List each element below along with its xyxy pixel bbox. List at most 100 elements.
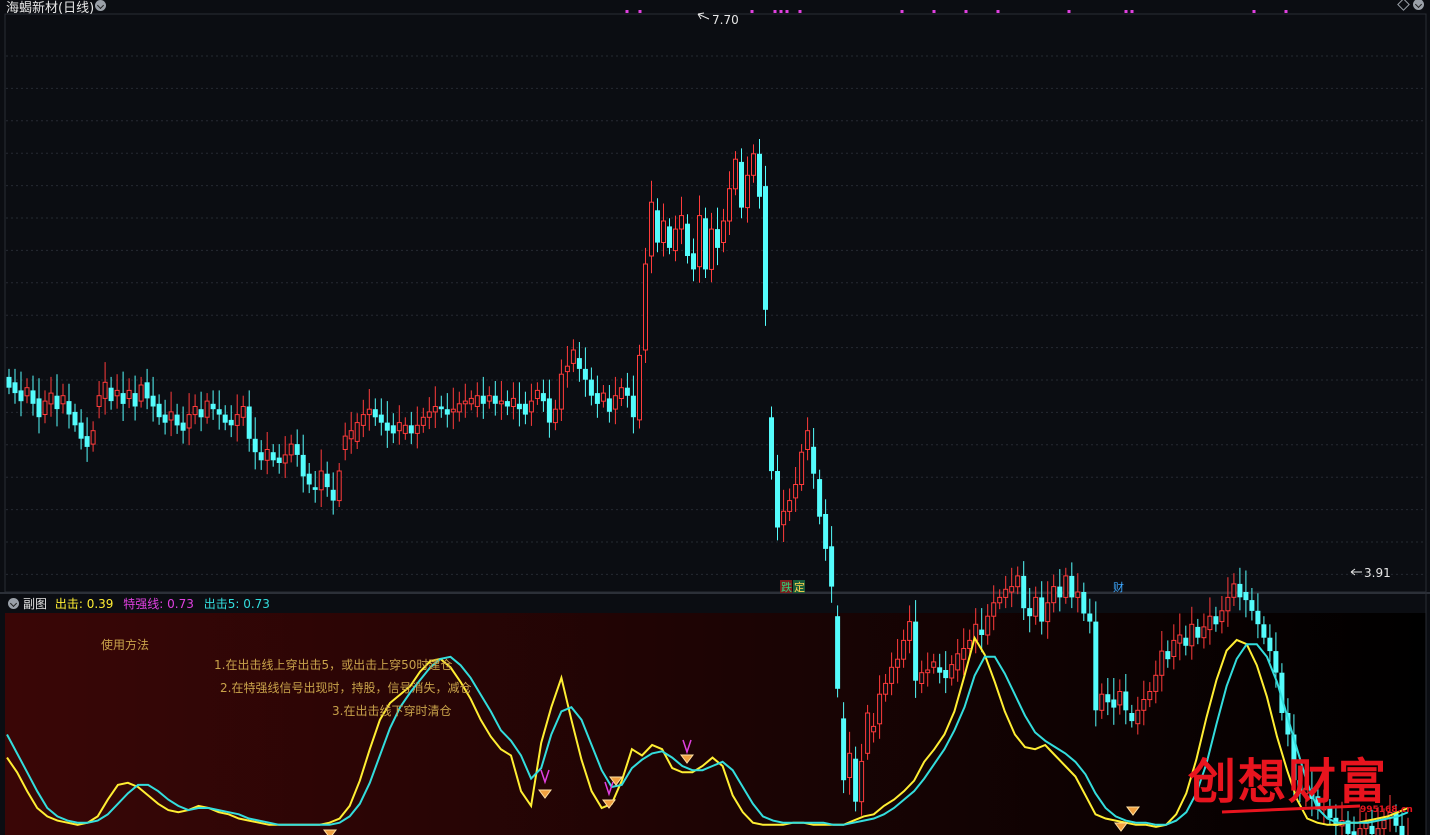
candle-body-up (528, 400, 534, 413)
candle-body-down (715, 229, 720, 248)
candle-body-up (498, 400, 504, 405)
candle-body-up (637, 354, 642, 421)
candle-body-up (865, 712, 871, 754)
candle-body-down (438, 406, 444, 410)
candle-body-up (1009, 586, 1015, 593)
candle-body-up (1003, 588, 1009, 598)
candle-body-up (450, 408, 456, 413)
candle-body-up (1159, 650, 1165, 676)
candle-body-up (570, 349, 576, 364)
candle-body-up (474, 395, 480, 408)
candle-body-up (901, 639, 907, 660)
candle-body-down (276, 457, 282, 463)
indicator-value-teqiang: 0.73 (167, 597, 194, 611)
candle-body-down (1273, 651, 1279, 673)
signal-dot (932, 10, 936, 13)
candle-body-up (348, 430, 354, 440)
candle-body-down (1087, 613, 1093, 622)
candle-body-down (312, 487, 318, 490)
candle-body-up (468, 397, 474, 405)
candle-body-up (793, 484, 799, 499)
candle-body-down (769, 417, 774, 472)
candle-body-up (1201, 626, 1207, 639)
candle-body-up (673, 228, 678, 252)
candle-body-up (354, 422, 360, 442)
candle-body-up (186, 414, 192, 429)
candle-body-up (558, 373, 564, 410)
signal-dot (785, 10, 789, 13)
candle-body-up (1231, 583, 1237, 598)
candle-body-down (1039, 597, 1045, 622)
candle-body-up (1099, 693, 1105, 711)
chevron-down-icon[interactable] (95, 0, 106, 11)
candle-body-up (126, 389, 132, 399)
candle-body-up (420, 416, 426, 426)
candle-body-up (1357, 828, 1363, 835)
main-panel-background (4, 13, 1427, 593)
candle-body-up (871, 725, 877, 733)
candle-body-down (655, 210, 660, 243)
indicator-name-chuji: 出击 (54, 597, 79, 611)
candle-body-down (823, 514, 829, 549)
candle-body-down (1093, 621, 1099, 711)
indicator-value-chuji5: 0.73 (243, 597, 270, 611)
candle-body-up (510, 397, 516, 407)
signal-dot (1252, 10, 1256, 13)
candle-body-up (955, 653, 961, 671)
candle-body-down (1243, 592, 1249, 601)
candle-body-down (1069, 575, 1075, 598)
watermark-text: 创想财富 (1188, 754, 1388, 810)
candle-body-down (841, 718, 847, 781)
candle-body-down (504, 401, 510, 407)
candle-body-up (745, 174, 750, 209)
candle-body-down (1021, 575, 1027, 609)
candle-body-up (42, 400, 48, 416)
candle-body-up (600, 392, 606, 402)
candle-body-down (378, 414, 384, 423)
subchart-chevron-icon[interactable] (8, 598, 19, 609)
candle-body-down (270, 452, 276, 461)
candle-body-up (534, 389, 540, 399)
candle-body-up (426, 411, 432, 418)
candle-body-up (1375, 828, 1381, 835)
candle-body-down (516, 403, 522, 410)
watermark: 创想财富 995168.cn (1188, 754, 1413, 815)
candle-body-down (144, 382, 150, 399)
candle-body-down (703, 218, 708, 270)
watermark-url: 995168.cn (1360, 805, 1413, 815)
candle-body-up (919, 672, 925, 685)
candle-body-down (835, 616, 841, 689)
candle-body-down (156, 403, 162, 418)
candle-body-up (805, 430, 811, 451)
candle-body-down (1195, 626, 1201, 638)
chart-canvas: 7.70 3.91 跌 定 财 使用方法 1.在出击线上穿出击5，或出击上穿50… (0, 10, 1430, 835)
candle-body-up (234, 414, 240, 426)
candle-body-up (985, 615, 991, 636)
candle-body-up (204, 400, 210, 418)
signal-dot (1130, 10, 1134, 13)
candle-body-up (661, 220, 666, 243)
candle-body-down (624, 387, 630, 396)
signal-dot (964, 10, 968, 13)
marker-die: 跌 (781, 580, 792, 594)
candle-body-down (1267, 637, 1273, 652)
indicator-value-chuji: 0.39 (86, 597, 114, 611)
candle-body-down (18, 390, 24, 402)
candle-body-down (1369, 825, 1375, 834)
candle-body-up (564, 365, 570, 373)
candle-body-down (36, 398, 42, 418)
candle-body-up (697, 215, 702, 268)
candle-body-up (1063, 575, 1069, 598)
candle-body-down (763, 186, 768, 310)
candle-body-up (60, 395, 66, 405)
candle-body-up (24, 387, 30, 397)
candle-body-up (102, 381, 108, 399)
candle-body-down (1399, 825, 1405, 835)
candle-body-down (132, 393, 138, 407)
candle-body-down (300, 454, 306, 477)
candle-body-up (96, 395, 102, 408)
candle-body-down (108, 387, 114, 402)
candle-body-down (757, 153, 762, 197)
candle-body-up (1171, 639, 1177, 658)
candle-body-up (336, 470, 342, 502)
